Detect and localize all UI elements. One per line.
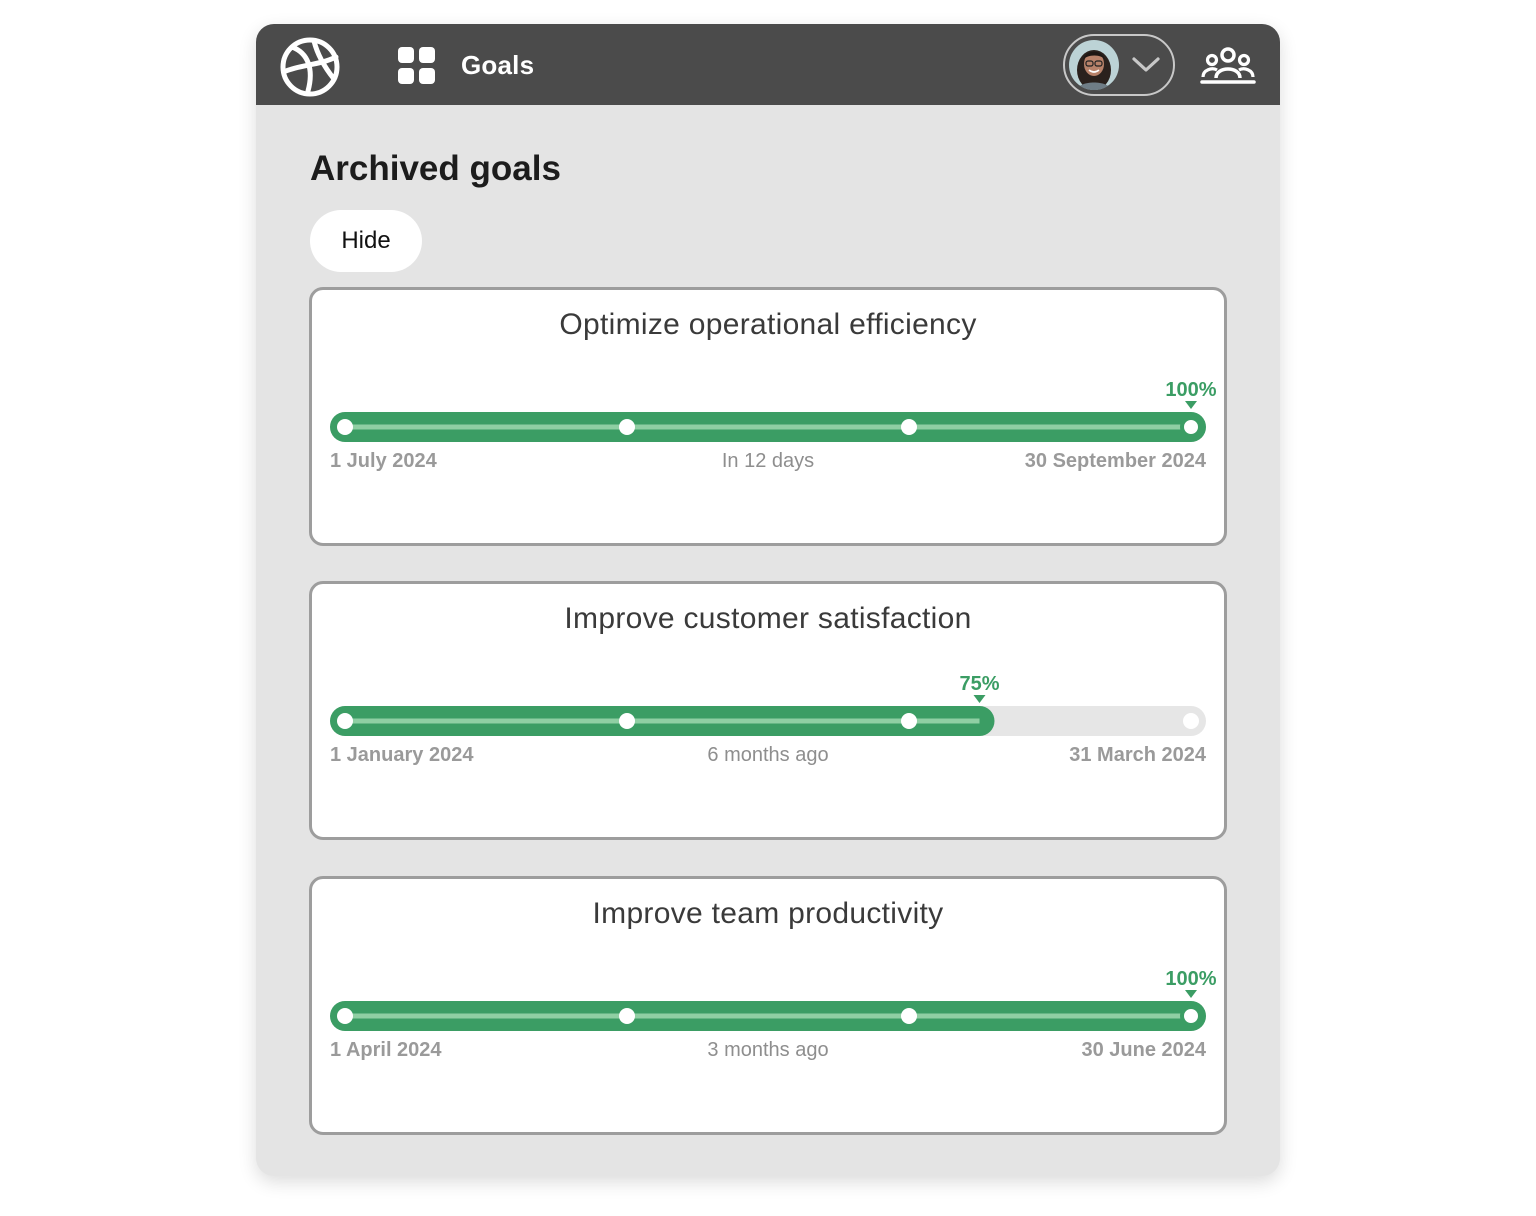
progress-pointer-icon xyxy=(1185,990,1197,998)
end-date-label: 30 September 2024 xyxy=(1024,450,1206,472)
milestone-dot xyxy=(337,419,353,435)
hide-button[interactable]: Hide xyxy=(310,210,422,272)
chevron-down-icon xyxy=(1132,57,1160,72)
goal-title: Improve customer satisfaction xyxy=(564,602,972,635)
goal-card[interactable]: Optimize operational efficiency 100% In 12… xyxy=(309,287,1227,546)
progress-pointer-icon xyxy=(973,695,986,703)
start-date-label: 1 July 2024 xyxy=(330,450,437,472)
goal-card[interactable]: Improve customer satisfaction 75% 6 months… xyxy=(309,581,1227,840)
milestone-dot xyxy=(1183,713,1199,729)
goal-card[interactable]: Improve team productivity 100% 3 months ag… xyxy=(309,876,1227,1135)
progress-percent-label: 100% xyxy=(1165,379,1216,401)
milestone-dot xyxy=(619,713,635,729)
goal-progress-track: 100% xyxy=(330,968,1217,1031)
milestone-dot xyxy=(901,419,917,435)
progress-percent-label: 75% xyxy=(959,673,999,695)
progress-pointer-icon xyxy=(1185,401,1197,409)
milestone-dot xyxy=(337,1008,353,1024)
progress-end-marker xyxy=(1180,416,1202,438)
goal-progress-track: 75% xyxy=(330,673,1206,736)
start-date-label: 1 April 2024 xyxy=(330,1039,442,1061)
milestone-dot xyxy=(901,713,917,729)
avatar xyxy=(1069,40,1119,90)
user-menu-button[interactable] xyxy=(1063,34,1175,96)
goal-title: Improve team productivity xyxy=(592,897,944,930)
end-date-label: 30 June 2024 xyxy=(1081,1039,1206,1061)
progress-percent-label: 100% xyxy=(1165,968,1216,990)
milestone-dot xyxy=(337,713,353,729)
globe-logo-icon[interactable] xyxy=(278,35,342,99)
progress-end-marker xyxy=(1180,1005,1202,1027)
app-window: Goals Archived goals Hide Optimize opera… xyxy=(256,24,1280,1176)
goal-title: Optimize operational efficiency xyxy=(559,308,977,341)
page-title: Archived goals xyxy=(310,149,561,188)
milestone-dot xyxy=(619,1008,635,1024)
goal-progress-track: 100% xyxy=(330,379,1217,442)
team-icon[interactable] xyxy=(1200,46,1256,86)
start-date-label: 1 January 2024 xyxy=(330,744,474,766)
app-title: Goals xyxy=(461,50,535,80)
top-navigation-bar: Goals xyxy=(256,24,1280,105)
apps-grid-icon[interactable] xyxy=(398,47,436,85)
end-date-label: 31 March 2024 xyxy=(1069,744,1206,766)
milestone-dot xyxy=(619,419,635,435)
milestone-dot xyxy=(901,1008,917,1024)
